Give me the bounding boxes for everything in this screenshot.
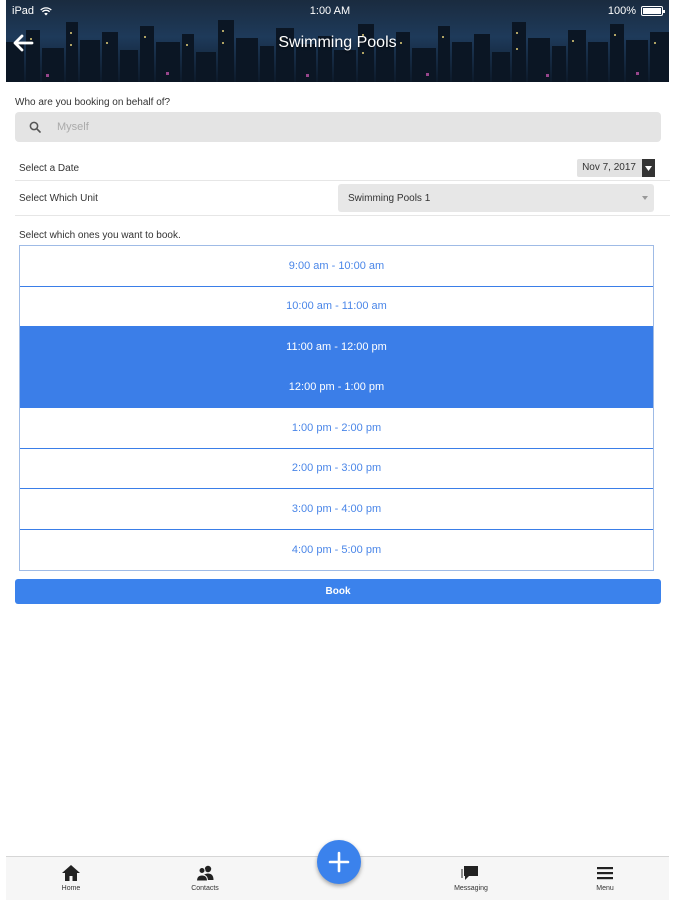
date-value: Nov 7, 2017 xyxy=(582,162,636,173)
hamburger-menu-icon xyxy=(597,867,613,880)
unit-value: Swimming Pools 1 xyxy=(348,192,431,204)
dropdown-arrow-icon xyxy=(642,159,655,177)
booking-for-label: Who are you booking on behalf of? xyxy=(15,97,171,108)
booking-for-input[interactable] xyxy=(57,121,617,133)
tab-messaging-label: Messaging xyxy=(454,885,488,892)
home-icon xyxy=(62,865,80,881)
battery-percent: 100% xyxy=(607,5,636,17)
tab-menu-label: Menu xyxy=(596,885,614,892)
time-slot[interactable]: 11:00 am - 12:00 pm xyxy=(20,327,653,368)
time-slot[interactable]: 1:00 pm - 2:00 pm xyxy=(20,408,653,449)
booking-for-search[interactable] xyxy=(15,112,661,142)
unit-select[interactable]: Swimming Pools 1 xyxy=(338,184,654,212)
status-time: 1:00 AM xyxy=(309,5,351,17)
tab-home[interactable]: Home xyxy=(41,863,101,892)
date-row: Select a Date Nov 7, 2017 xyxy=(15,154,670,181)
time-slot[interactable]: 4:00 pm - 5:00 pm xyxy=(20,529,653,570)
wifi-icon xyxy=(40,6,52,15)
page-title: Swimming Pools xyxy=(278,34,397,51)
unit-row: Select Which Unit Swimming Pools 1 xyxy=(15,181,670,216)
time-slot[interactable]: 3:00 pm - 4:00 pm xyxy=(20,489,653,530)
date-label: Select a Date xyxy=(19,163,80,174)
tab-contacts-label: Contacts xyxy=(191,885,219,892)
nav-bar: Swimming Pools xyxy=(6,26,669,60)
status-bar: iPad 1:00 AM 100% xyxy=(6,0,669,22)
time-slot[interactable]: 2:00 pm - 3:00 pm xyxy=(20,448,653,489)
contacts-icon xyxy=(195,865,214,882)
app-header: iPad 1:00 AM 100% Swimming Pools xyxy=(6,0,669,82)
search-icon xyxy=(29,121,41,133)
add-button[interactable] xyxy=(317,840,361,884)
device-name: iPad xyxy=(12,5,35,17)
tab-messaging[interactable]: Messaging xyxy=(441,863,501,892)
battery-icon xyxy=(641,6,665,16)
tab-menu[interactable]: Menu xyxy=(575,863,635,892)
time-slot[interactable]: 9:00 am - 10:00 am xyxy=(20,246,653,287)
slots-label: Select which ones you want to book. xyxy=(19,230,181,241)
unit-label: Select Which Unit xyxy=(19,193,98,204)
plus-icon xyxy=(328,851,350,873)
time-slot[interactable]: 12:00 pm - 1:00 pm xyxy=(20,367,653,408)
time-slot[interactable]: 10:00 am - 11:00 am xyxy=(20,286,653,327)
tab-home-label: Home xyxy=(61,885,81,892)
book-button[interactable]: Book xyxy=(15,579,661,604)
date-picker[interactable]: Nov 7, 2017 xyxy=(577,159,655,177)
time-slot-list: 9:00 am - 10:00 am 10:00 am - 11:00 am 1… xyxy=(19,245,654,571)
messaging-icon xyxy=(461,866,478,880)
back-arrow-icon[interactable] xyxy=(12,33,34,53)
tab-contacts[interactable]: Contacts xyxy=(175,863,235,892)
chevron-down-icon xyxy=(642,196,648,200)
